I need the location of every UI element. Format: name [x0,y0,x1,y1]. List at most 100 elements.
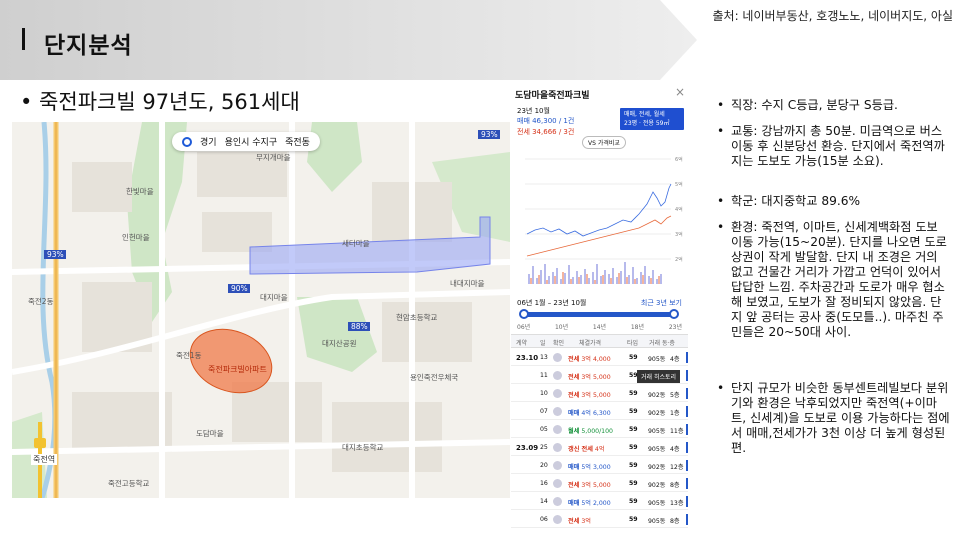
panel-title: 도담마을죽전파크빌 [515,91,590,101]
bullet-text: 학군: 대지중학교 89.6% [731,194,861,208]
slider-start-handle[interactable] [519,309,529,319]
school-rate-badge[interactable]: 93% [47,250,64,259]
page-title: 단지분석 [44,33,133,59]
trade-row[interactable]: 23.09 25 갱신 전세 4억 59 905동 4층 [511,439,688,456]
bullet-text: 환경: 죽전역, 이마트, 신세계백화점 도보 이동 가능(15~20분). 단… [731,220,947,339]
map-label: 대지마을 [260,293,288,302]
trade-row[interactable]: 06 전세 3억 59 905동 8층 [511,511,688,528]
col-header: 일 [540,340,546,347]
trade-price: 3억 4,000 [581,356,611,363]
period-range: 06년 1월 – 23년 10월 [517,299,587,307]
trade-day: 14 [540,498,548,505]
trade-type-filter[interactable]: 매매, 전세, 월세 23평 · 전용 59㎡ [620,108,684,130]
trade-area: 59 [629,516,638,523]
bullet-text: 교통: 강남까지 총 50분. 미금역으로 버스 이동 후 신분당선 환승. 단… [731,124,945,168]
recent-3yr-link[interactable]: 최근 3년 보기 [641,298,682,308]
trade-kind-price: 매매 5억 3,000 [568,462,611,471]
trade-floor: 8층 [670,482,680,489]
panel-date: 23년 10월 [517,107,550,115]
trade-row[interactable]: 07 매매 4억 6,300 59 902동 1층 [511,403,688,420]
trade-floor: 13층 [670,500,684,507]
trade-row[interactable]: 05 월세 5,000/100 59 905동 11층 [511,421,688,438]
verified-icon [553,389,562,398]
trade-dong: 905동 [648,500,666,507]
trade-kind: 전세 [568,482,580,489]
verified-icon [553,425,562,434]
year-tick: 14년 [592,324,607,331]
trade-day: 20 [540,462,548,469]
trade-floor: 4층 [670,446,680,453]
region-city[interactable]: 용인시 수지구 [225,135,278,148]
location-pin-icon [182,136,192,147]
bullet-text: 단지 규모가 비슷한 동부센트레빌보다 분위기와 환경은 낙후되었지만 죽전역(… [731,381,950,455]
region-dong[interactable]: 죽전동 [285,135,310,148]
trade-day: 16 [540,480,548,487]
trade-area: 59 [629,408,638,415]
filter-trade-types: 매매, 전세, 월세 [624,111,665,118]
trade-day: 13 [540,354,548,361]
trade-kind-price: 전세 3억 5,000 [568,390,611,399]
rent-price-line [526,215,672,257]
trade-day: 11 [540,372,548,379]
school-rate-badge[interactable]: 93% [481,130,498,139]
year-axis: 06년 10년 14년 18년 23년 [517,322,682,331]
map-region-selector[interactable]: 경기 용인시 수지구 죽전동 [172,132,320,151]
trade-price: 5억 2,000 [581,500,611,507]
row-marker [686,370,688,381]
trade-dong: 905동 [648,356,666,363]
trade-kind: 갱신 전세 [568,446,593,453]
y-axis-ticks: 6억 5억 4억 3억 2억 [675,156,683,263]
row-marker [686,388,688,399]
map-view[interactable]: 경기 용인시 수지구 죽전동 무지개마을 한빛마을 인헌마을 새터마을 도담마을… [12,122,510,498]
trade-dong: 902동 [648,392,666,399]
map-canvas [12,122,510,498]
trade-area: 59 [629,354,638,361]
trade-dong: 905동 [648,446,666,453]
col-header: 계약 [516,340,528,347]
school-rate-badge[interactable]: 88% [351,322,368,331]
trade-day: 07 [540,408,548,415]
trade-dong: 905동 [648,518,666,525]
close-icon[interactable]: × [675,85,685,99]
trade-kind-price: 전세 3억 5,000 [568,480,611,489]
trade-row[interactable]: 14 매매 5억 2,000 59 905동 13층 [511,493,688,510]
region-province[interactable]: 경기 [200,135,217,148]
complex-label[interactable]: 죽전파크빌아파트 [208,364,267,375]
trade-area: 59 [629,444,638,451]
trade-floor: 5층 [670,392,680,399]
map-label: 용인죽전우체국 [410,373,459,382]
trade-kind: 매매 [568,464,580,471]
period-slider[interactable] [519,309,679,319]
slider-end-handle[interactable] [669,309,679,319]
bullet-text: 직장: 수지 C등급, 분당구 S등급. [731,98,898,112]
trade-row[interactable]: 16 전세 3억 5,000 59 902동 8층 [511,475,688,492]
trade-row[interactable]: 23.10 13 전세 3억 4,000 59 905동 4층 [511,349,688,366]
verified-icon [553,371,562,380]
trade-day: 25 [540,444,548,451]
row-marker [686,496,688,507]
trade-row[interactable]: 10 전세 3억 5,000 59 902동 5층 [511,385,688,402]
header-band: 단지분석 [0,0,700,80]
trade-kind: 매매 [568,500,580,507]
svg-text:4억: 4억 [675,206,683,213]
svg-text:5억: 5억 [675,181,683,188]
park-area [297,297,377,372]
station-icon[interactable] [34,438,46,448]
trade-kind-price: 갱신 전세 4억 [568,444,605,453]
verified-icon [553,515,562,524]
row-marker [686,460,688,471]
station-label[interactable]: 죽전역 [31,454,58,465]
trade-kind: 월세 [568,428,580,435]
map-label: 무지개마을 [256,153,291,162]
row-marker [686,478,688,489]
trade-row[interactable]: 20 매매 5억 3,000 59 902동 12층 [511,457,688,474]
trade-price: 5,000/100 [581,428,613,435]
filter-area: 23평 · 전용 59㎡ [624,120,670,127]
bullet-item: • 환경: 죽전역, 이마트, 신세계백화점 도보 이동 가능(15~20분). … [717,220,950,340]
price-history-chart[interactable]: 6억 5억 4억 3억 2억 [511,144,688,294]
school-rate-badge[interactable]: 90% [231,284,248,293]
trade-price: 3억 5,000 [581,482,611,489]
trade-day: 05 [540,426,548,433]
year-tick: 23년 [668,324,682,331]
trade-history-tooltip[interactable]: 거래 히스토리 [637,370,681,383]
